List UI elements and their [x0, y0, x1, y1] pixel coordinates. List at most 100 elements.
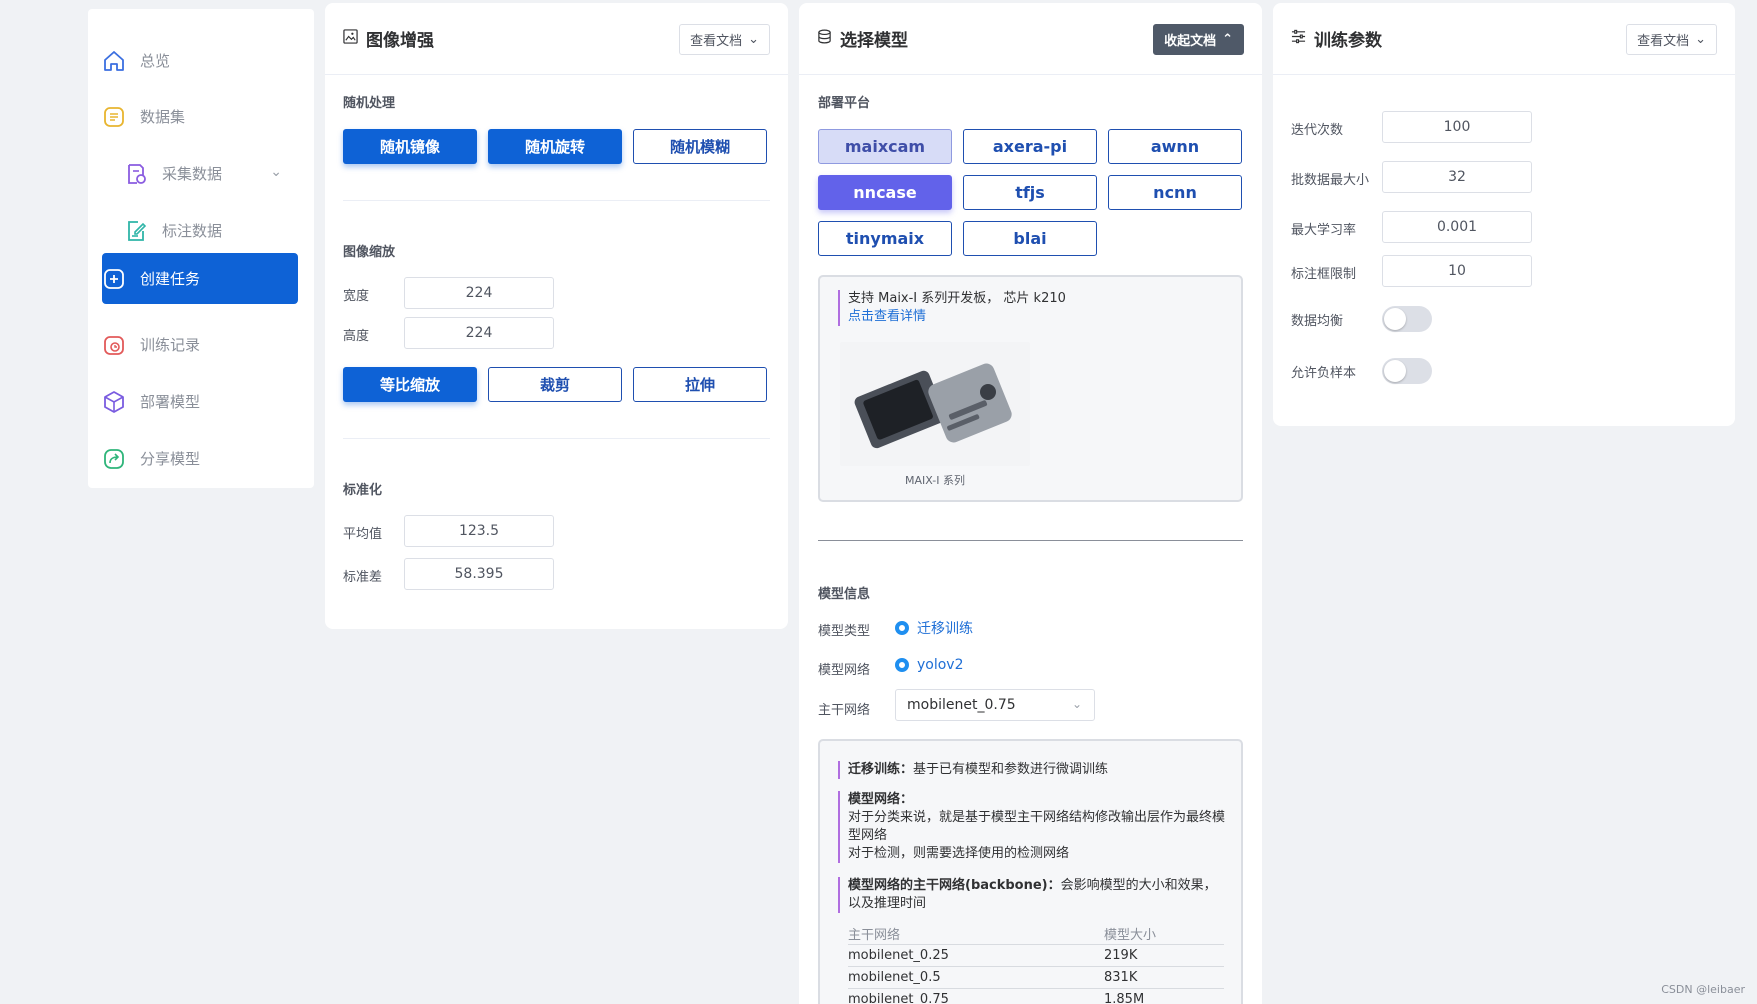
train-panel: 训练参数 查看文档 ⌄ 迭代次数 100 批数据最大小 32 最大学习率 0.00…: [1273, 3, 1735, 426]
platform-tinymaix[interactable]: tinymaix: [818, 221, 952, 256]
platform-nncase[interactable]: nncase: [818, 175, 952, 210]
cube-icon: [102, 390, 126, 414]
image-icon: [343, 29, 358, 48]
sidebar-item-label: 总览: [140, 52, 171, 70]
sidebar-item-overview[interactable]: 总览: [102, 35, 298, 86]
width-input[interactable]: 224: [404, 277, 554, 309]
backbone-label: 主干网络: [818, 703, 871, 718]
model-doc-box: 迁移训练：基于已有模型和参数进行微调训练 模型网络： 对于分类来说，就是基于模型…: [818, 739, 1243, 1004]
random-mirror-button[interactable]: 随机镜像: [343, 129, 477, 164]
doc-network-quote: 模型网络： 对于分类来说，就是基于模型主干网络结构修改输出层作为最终模型网络 对…: [838, 791, 1228, 863]
toggle-knob: [1384, 360, 1406, 382]
train-header: 训练参数 查看文档 ⌄: [1273, 3, 1735, 75]
crop-button[interactable]: 裁剪: [488, 367, 622, 402]
table-cell: mobilenet_0.5: [848, 970, 941, 985]
platform-details-link[interactable]: 点击查看详情: [848, 309, 926, 324]
collapse-docs-button[interactable]: 收起文档 ⌃: [1153, 24, 1244, 55]
section-title: 随机处理: [343, 96, 396, 111]
training-record-icon: [102, 333, 126, 357]
table-cell: mobilenet_0.75: [848, 992, 949, 1004]
doc-transfer-quote: 迁移训练：基于已有模型和参数进行微调训练: [838, 761, 1228, 779]
sidebar-item-share-model[interactable]: 分享模型: [102, 433, 298, 484]
doc-bold: 迁移训练：: [848, 762, 914, 777]
toggle-knob: [1384, 308, 1406, 330]
model-net-radio[interactable]: yolov2: [895, 657, 964, 673]
random-rotate-button[interactable]: 随机旋转: [488, 129, 622, 164]
sidebar-item-label: 标注数据: [162, 222, 223, 240]
height-label: 高度: [343, 329, 370, 344]
std-input[interactable]: 58.395: [404, 558, 554, 590]
table-row: mobilenet_0.5 831K: [848, 967, 1224, 989]
database-icon: [817, 29, 832, 48]
sidebar-item-create-task[interactable]: 创建任务: [102, 253, 298, 304]
model-type-radio[interactable]: 迁移训练: [895, 618, 973, 638]
chevron-up-icon: ⌃: [1222, 32, 1233, 47]
model-header: 选择模型 收起文档 ⌃: [799, 3, 1262, 75]
bbox-input[interactable]: 10: [1382, 255, 1532, 287]
platform-blai[interactable]: blai: [963, 221, 1097, 256]
sidebar-item-collect-data[interactable]: 采集数据 ⌄: [124, 148, 300, 199]
backbone-value: mobilenet_0.75: [907, 697, 1016, 713]
batch-label: 批数据最大小: [1291, 173, 1370, 188]
sidebar-item-label: 训练记录: [140, 336, 201, 354]
platform-info-text: 支持 Maix-I 系列开发板， 芯片 k210: [848, 291, 1066, 306]
share-icon: [102, 447, 126, 471]
view-docs-button[interactable]: 查看文档 ⌄: [679, 24, 770, 55]
table-cell: mobilenet_0.25: [848, 948, 949, 963]
section-title: 图像缩放: [343, 245, 396, 260]
doc-bold: 模型网络的主干网络(backbone)：: [848, 878, 1061, 893]
sidebar-item-annotate-data[interactable]: 标注数据: [124, 205, 300, 256]
view-docs-label: 查看文档: [690, 34, 743, 49]
mean-input[interactable]: 123.5: [404, 515, 554, 547]
table-header: 主干网络 模型大小: [848, 923, 1224, 945]
backbone-select[interactable]: mobilenet_0.75 ⌄: [895, 689, 1095, 721]
balance-toggle[interactable]: [1382, 306, 1432, 332]
epochs-input[interactable]: 100: [1382, 111, 1532, 143]
balance-label: 数据均衡: [1291, 314, 1344, 329]
platform-ncnn[interactable]: ncnn: [1108, 175, 1242, 210]
dataset-icon: [102, 105, 126, 129]
random-blur-button[interactable]: 随机模糊: [633, 129, 767, 164]
platform-info-quote: 支持 Maix-I 系列开发板， 芯片 k210 点击查看详情: [838, 290, 1218, 326]
platform-tfjs[interactable]: tfjs: [963, 175, 1097, 210]
board-image: [840, 342, 1030, 466]
stretch-button[interactable]: 拉伸: [633, 367, 767, 402]
board-caption: MAIX-I 系列: [905, 474, 965, 487]
sidebar: 总览 数据集 采集数据 ⌄ 标注数据 创建任务 训练记录 部署模型 分享模型: [88, 9, 314, 488]
chevron-down-icon[interactable]: ⌄: [270, 164, 282, 180]
doc-text: 对于检测，则需要选择使用的检测网络: [848, 846, 1070, 861]
divider: [343, 438, 770, 439]
radio-label: 迁移训练: [917, 621, 973, 637]
proportional-scale-button[interactable]: 等比缩放: [343, 367, 477, 402]
augment-panel: 图像增强 查看文档 ⌄ 随机处理 随机镜像 随机旋转 随机模糊 图像缩放 宽度 2…: [325, 3, 788, 629]
radio-dot: [895, 621, 909, 635]
platform-maixcam[interactable]: maixcam: [818, 129, 952, 164]
sidebar-item-dataset[interactable]: 数据集: [102, 91, 298, 142]
bbox-label: 标注框限制: [1291, 267, 1357, 282]
chevron-down-icon: ⌄: [1071, 697, 1082, 711]
table-header-cell: 主干网络: [848, 928, 901, 943]
platform-awnn[interactable]: awnn: [1108, 129, 1242, 164]
section-title: 部署平台: [818, 96, 871, 111]
sidebar-item-label: 采集数据: [162, 165, 223, 183]
platform-info-box: 支持 Maix-I 系列开发板， 芯片 k210 点击查看详情 MAIX-I 系…: [818, 275, 1243, 502]
doc-text: 对于分类来说，就是基于模型主干网络结构修改输出层作为最终模型网络: [848, 810, 1226, 843]
sidebar-item-deploy-model[interactable]: 部署模型: [102, 376, 298, 427]
chevron-down-icon: ⌄: [748, 32, 759, 47]
sidebar-item-label: 数据集: [140, 108, 186, 126]
lr-input[interactable]: 0.001: [1382, 211, 1532, 243]
home-icon: [102, 49, 126, 73]
model-type-label: 模型类型: [818, 624, 871, 639]
section-title: 标准化: [343, 483, 383, 498]
height-input[interactable]: 224: [404, 317, 554, 349]
mean-label: 平均值: [343, 527, 383, 542]
table-cell: 1.85M: [1104, 992, 1145, 1004]
batch-input[interactable]: 32: [1382, 161, 1532, 193]
augment-header: 图像增强 查看文档 ⌄: [325, 3, 788, 75]
view-docs-button[interactable]: 查看文档 ⌄: [1626, 24, 1717, 55]
backbone-table: 主干网络 模型大小 mobilenet_0.25 219K mobilenet_0.…: [848, 923, 1224, 1004]
sidebar-item-training-record[interactable]: 训练记录: [102, 319, 298, 370]
platform-axera-pi[interactable]: axera-pi: [963, 129, 1097, 164]
negative-toggle[interactable]: [1382, 358, 1432, 384]
divider: [818, 540, 1243, 541]
